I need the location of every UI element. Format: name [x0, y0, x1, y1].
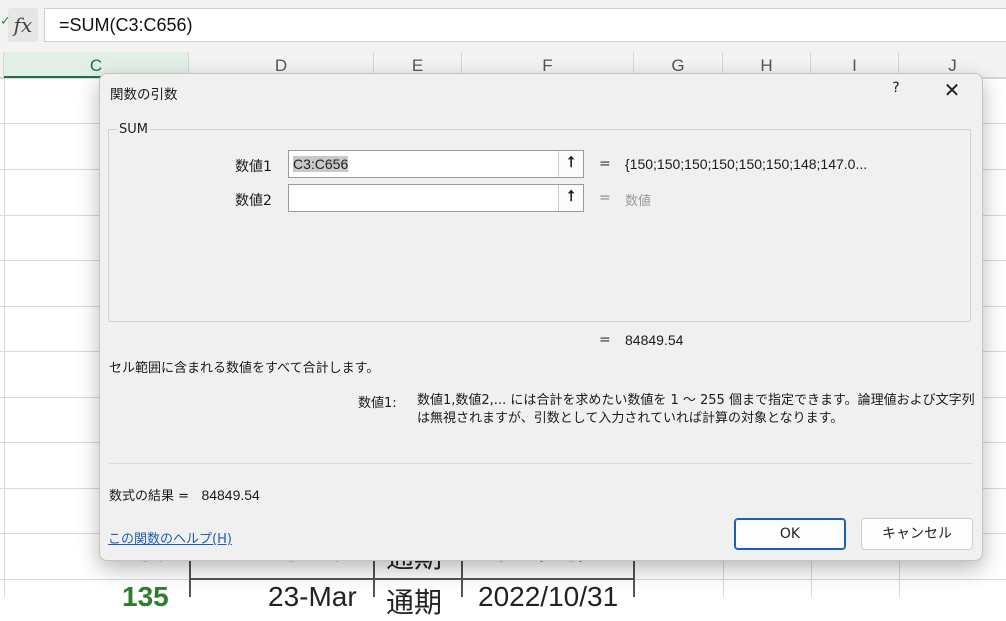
arg1-result: {150;150;150;150;150;150;148;147.0...: [625, 156, 868, 172]
formula-result-value: 84849.54: [201, 487, 260, 503]
formula-bar: ✓ fx =SUM(C3:C656): [0, 0, 1006, 52]
function-description: セル範囲に含まれる数値をすべて合計します。: [109, 361, 380, 376]
arg2-result-placeholder: 数値: [625, 194, 652, 209]
cell-d-value[interactable]: 23-Mar: [268, 581, 357, 613]
cell-f-value[interactable]: 2022/10/31: [478, 581, 618, 613]
help-button[interactable]: ?: [886, 80, 906, 102]
function-result-equals: =: [599, 332, 611, 348]
arg2-label: 数値2: [235, 193, 272, 209]
divider: [109, 463, 973, 464]
enter-check-icon[interactable]: ✓: [0, 14, 11, 34]
arg2-equals: =: [599, 190, 611, 206]
close-icon[interactable]: ✕: [938, 78, 966, 104]
cell-e-value[interactable]: 通期: [386, 581, 442, 621]
function-help-link[interactable]: この関数のヘルプ(H): [108, 528, 232, 547]
formula-input[interactable]: =SUM(C3:C656): [44, 8, 1006, 42]
arg1-input-text: C3:C656: [293, 156, 349, 172]
collapse-dialog-icon[interactable]: ⭡: [558, 151, 583, 177]
ok-button[interactable]: OK: [734, 518, 846, 550]
arg-description-text: 数値1,数値2,... には合計を求めたい数値を 1 ～ 255 個まで指定でき…: [417, 393, 975, 426]
arg1-equals: =: [599, 156, 611, 172]
cancel-button[interactable]: キャンセル: [861, 518, 973, 550]
formula-result: 数式の結果 = 84849.54: [109, 485, 260, 504]
arg1-input[interactable]: C3:C656 ⭡: [288, 150, 584, 178]
arg1-label: 数値1: [235, 159, 272, 175]
arg-description-name: 数値1:: [358, 396, 397, 411]
function-name-label: SUM: [117, 122, 150, 137]
function-arguments-dialog: 関数の引数 ? ✕ SUM 数値1 C3:C656 ⭡ = {150;150;1…: [99, 73, 983, 561]
function-result-value: 84849.54: [625, 332, 684, 348]
cell-c-value[interactable]: 135: [122, 581, 169, 613]
dialog-title: 関数の引数: [110, 87, 178, 103]
formula-result-label: 数式の結果 =: [109, 489, 190, 504]
insert-function-button[interactable]: fx: [8, 8, 38, 42]
arg2-input[interactable]: ⭡: [288, 184, 584, 212]
collapse-dialog-icon[interactable]: ⭡: [558, 185, 583, 211]
